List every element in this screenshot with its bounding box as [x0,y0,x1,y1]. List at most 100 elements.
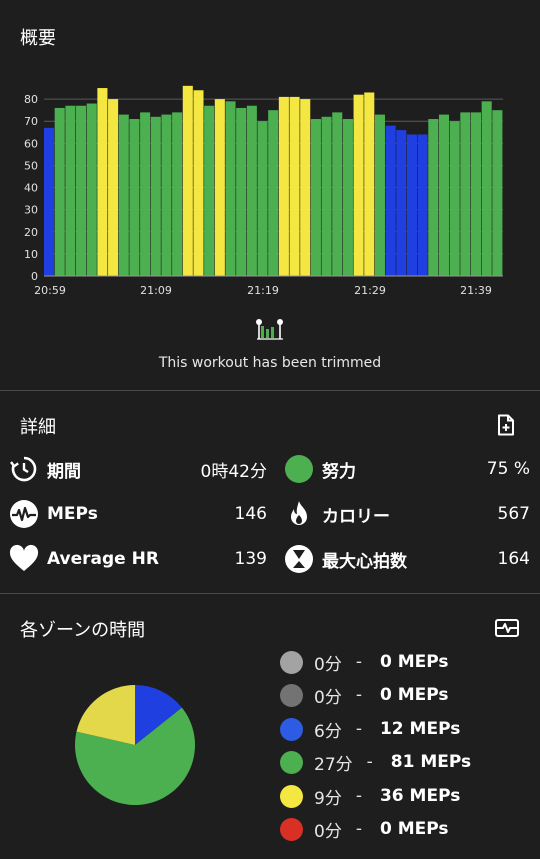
stat-calories-label: カロリー [322,506,390,527]
hr-bar [182,85,193,276]
zone-meps: 81 MEPs [390,752,472,772]
hr-bar [246,105,257,276]
zone-color-dot [280,717,303,741]
zone-row: 0分 - 0 MEPs [280,815,449,843]
stat-average-hr: Average HR 139 [9,544,267,574]
hr-bar [172,112,183,276]
stat-max-hr: 最大心拍数 164 [284,544,530,574]
stat-meps: MEPs 146 [9,499,267,529]
stat-effort: 努力 75 % [284,454,530,484]
heart-icon [9,544,39,574]
hr-bar [204,105,215,276]
hr-bar [438,114,450,276]
stat-effort-label: 努力 [322,461,356,482]
hr-bar [97,88,108,276]
hr-bar [289,96,300,277]
stat-duration: 期間 0時42分 [9,454,267,484]
hr-bar [108,99,119,276]
hr-bar [86,103,97,277]
hr-bar [118,114,129,276]
stat-duration-label: 期間 [47,461,81,482]
hr-bar [321,116,332,276]
zone-meps: 0 MEPs [379,819,449,839]
x-tick-label: 21:29 [354,284,386,297]
zone-minutes: 0分 [314,687,342,708]
zones-pie-chart [74,685,195,805]
x-tick-label: 21:39 [460,284,492,297]
stat-average-hr-label: Average HR [47,549,159,569]
details-card: 詳細 期間 0時42分 努力 75 % MEPs 146 カロリー 567 Av… [0,391,540,593]
stat-meps-value: 146 [234,504,267,524]
stat-calories-value: 567 [497,504,530,524]
stat-effort-value: 75 % [486,459,530,479]
zone-row: 0分 - 0 MEPs [280,681,449,709]
hr-bar [225,101,236,276]
effort-circle-icon [284,454,314,484]
details-title: 詳細 [20,417,56,438]
x-tick-label: 20:59 [34,284,66,297]
hr-bar [44,127,55,276]
stat-max-hr-label: 最大心拍数 [322,551,407,572]
x-tick-label: 21:19 [247,284,279,297]
hr-bar [310,119,321,276]
hourglass-icon [284,544,314,574]
hr-bar [300,99,311,276]
zone-row: 0分 - 0 MEPs [280,648,449,676]
hr-bar [364,92,375,276]
hr-bar [161,114,172,276]
zone-minutes: 9分 [314,788,342,809]
y-tick-label: 40 [24,182,38,195]
zone-row: 9分 - 36 MEPs [280,782,460,810]
hr-bar [396,130,407,276]
hr-bar [460,112,471,276]
zone-row: 6分 - 12 MEPs [280,715,460,743]
y-tick-label: 30 [24,204,38,217]
hr-bar [76,105,87,276]
zones-title: 各ゾーンの時間 [20,620,146,641]
overview-title: 概要 [20,28,56,49]
hr-bar [54,107,65,276]
zone-meps: 12 MEPs [379,719,461,739]
trim-message: This workout has been trimmed [158,355,382,371]
hr-bar [417,134,428,276]
hr-bar [406,134,418,276]
zone-meps: 0 MEPs [379,685,449,705]
hr-bar [332,112,343,276]
timer-icon [9,454,39,484]
zone-color-dot [280,750,303,774]
hr-bar [470,112,482,276]
hr-bar [353,94,364,276]
zone-meps: 36 MEPs [379,786,461,806]
y-tick-label: 50 [24,159,38,172]
zone-color-dot [280,817,303,841]
hr-bar [257,121,268,276]
stat-duration-value: 0時42分 [200,461,267,482]
zone-minutes: 0分 [314,654,342,675]
hr-bar [65,105,76,276]
zone-row: 27分 - 81 MEPs [280,748,471,776]
heart-rate-chart[interactable]: 0 10 20 30 40 50 60 70 80 20:59 21:09 21:19 21:29 21:… [0,70,540,300]
hr-bar [214,99,225,276]
hr-bar [140,112,151,276]
zone-minutes: 27分 [314,754,353,775]
zone-color-dot [280,784,303,808]
flame-icon [284,499,314,529]
x-tick-label: 21:09 [140,284,172,297]
hr-bar [268,110,279,276]
zones-card: 各ゾーンの時間 0分 - 0 MEPs 0分 - 0 MEPs 6分 - 12 … [0,594,540,859]
y-tick-label: 70 [24,115,38,128]
y-tick-label: 80 [24,93,38,106]
zone-minutes: 0分 [314,821,342,842]
zone-meps: 0 MEPs [379,652,449,672]
hr-bar [374,114,385,276]
hr-bar [492,110,503,276]
trim-icon[interactable] [255,318,285,340]
heart-rate-toggle-icon[interactable] [494,616,520,640]
hr-bar [129,119,140,276]
meps-icon [9,499,39,529]
hr-bar [449,121,460,276]
overview-card: 概要 0 10 20 30 40 50 60 70 80 20:59 21:09 21:19 21:29… [0,0,540,390]
hr-bar [150,116,161,276]
add-document-icon[interactable] [494,413,518,437]
hr-bar [236,107,247,276]
